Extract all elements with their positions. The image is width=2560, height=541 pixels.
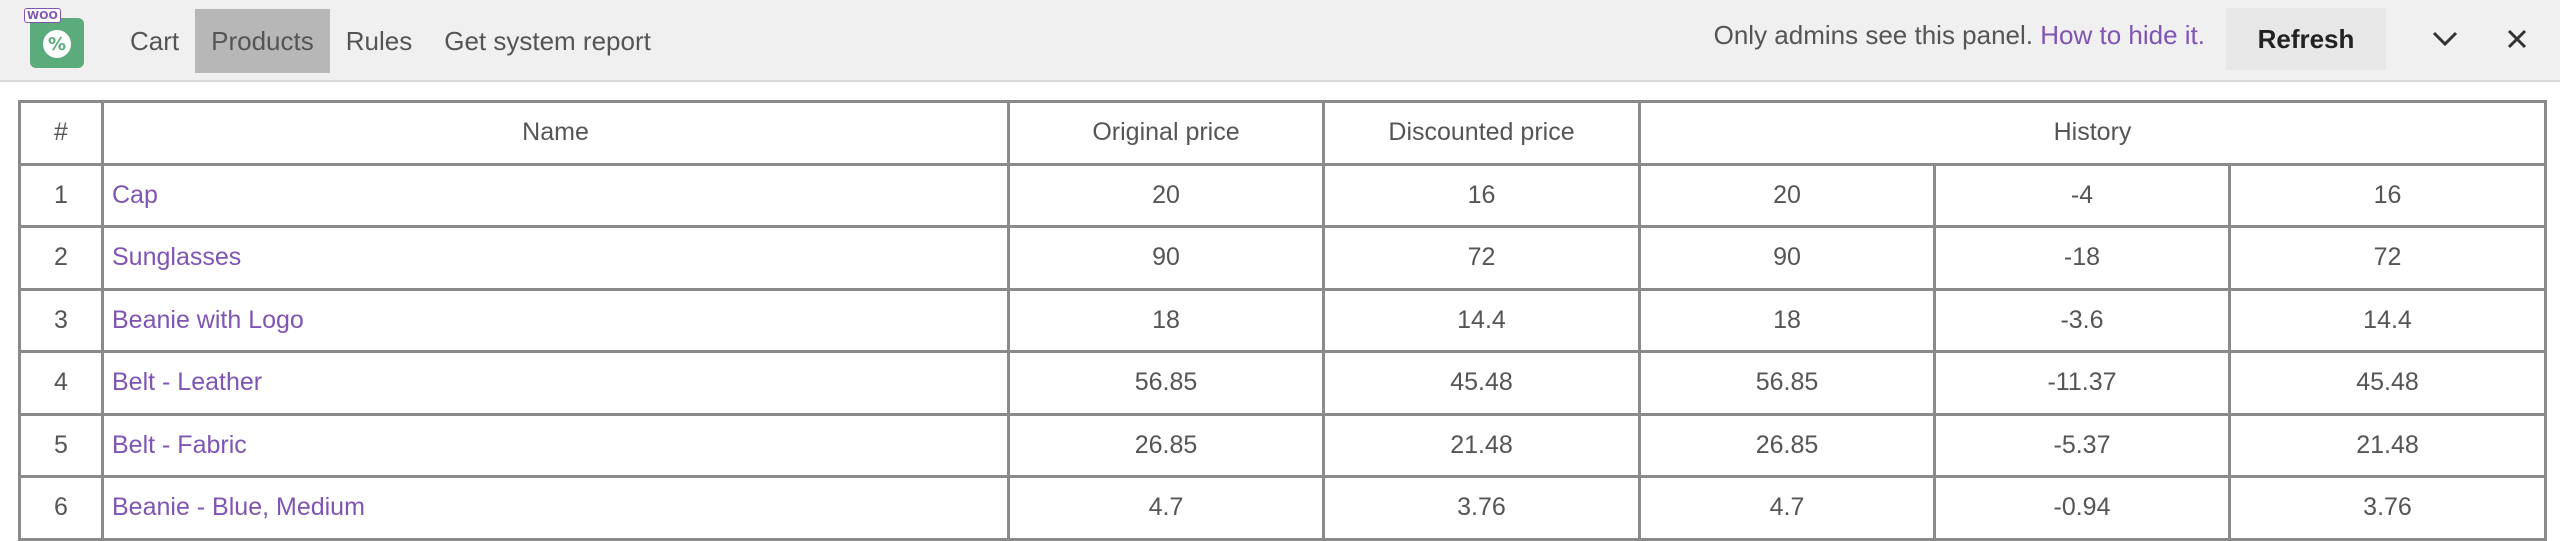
product-link[interactable]: Belt - Fabric [112, 431, 247, 459]
product-link[interactable]: Beanie with Logo [112, 306, 304, 334]
original-price: 4.7 [1007, 475, 1325, 541]
history-value: 16 [2227, 162, 2548, 228]
row-number: 4 [18, 350, 104, 416]
col-header-history: History [1637, 100, 2548, 166]
discounted-price: 14.4 [1322, 287, 1641, 353]
history-value: 20 [1638, 162, 1936, 228]
panel-tabs: Cart Products Rules Get system report [114, 9, 667, 73]
original-price: 20 [1007, 162, 1325, 228]
discounted-price: 16 [1322, 162, 1641, 228]
history-value: -5.37 [1933, 412, 2231, 478]
table-header-row: # Name Original price Discounted price H… [18, 100, 2548, 166]
table-row: 3 Beanie with Logo 18 14.4 18 -3.6 14.4 [18, 287, 2548, 353]
refresh-button[interactable]: Refresh [2226, 8, 2386, 70]
table-row: 6 Beanie - Blue, Medium 4.7 3.76 4.7 -0.… [18, 475, 2548, 541]
row-number: 3 [18, 287, 104, 353]
discounted-price: 3.76 [1322, 475, 1641, 541]
col-header-original-price: Original price [1007, 100, 1325, 166]
history-value: 18 [1638, 287, 1936, 353]
history-value: 90 [1638, 225, 1936, 291]
how-to-hide-link[interactable]: How to hide it. [2040, 20, 2205, 50]
product-link[interactable]: Sunglasses [112, 243, 241, 271]
history-value: 26.85 [1638, 412, 1936, 478]
row-number: 5 [18, 412, 104, 478]
row-number: 2 [18, 225, 104, 291]
discounted-price: 72 [1322, 225, 1641, 291]
row-number: 1 [18, 162, 104, 228]
table-row: 1 Cap 20 16 20 -4 16 [18, 162, 2548, 228]
table-row: 5 Belt - Fabric 26.85 21.48 26.85 -5.37 … [18, 412, 2548, 478]
tab-system-report[interactable]: Get system report [428, 9, 667, 73]
discounted-price: 21.48 [1322, 412, 1641, 478]
original-price: 18 [1007, 287, 1325, 353]
history-value: -11.37 [1933, 350, 2231, 416]
product-link[interactable]: Beanie - Blue, Medium [112, 493, 365, 521]
table-row: 4 Belt - Leather 56.85 45.48 56.85 -11.3… [18, 350, 2548, 416]
history-value: 3.76 [2227, 475, 2548, 541]
history-value: -0.94 [1933, 475, 2231, 541]
table-row: 2 Sunglasses 90 72 90 -18 72 [18, 225, 2548, 291]
tab-products[interactable]: Products [195, 9, 330, 73]
col-header-number: # [18, 100, 104, 166]
history-value: 45.48 [2227, 350, 2548, 416]
product-link[interactable]: Belt - Leather [112, 368, 262, 396]
col-header-discounted-price: Discounted price [1322, 100, 1641, 166]
history-value: 21.48 [2227, 412, 2548, 478]
history-value: -4 [1933, 162, 2231, 228]
plugin-logo-icon: % WOO [24, 8, 86, 68]
history-value: 72 [2227, 225, 2548, 291]
close-icon[interactable] [2500, 22, 2534, 56]
history-value: 4.7 [1638, 475, 1936, 541]
history-value: -3.6 [1933, 287, 2231, 353]
history-value: 14.4 [2227, 287, 2548, 353]
chevron-down-icon[interactable] [2428, 22, 2462, 56]
logo-badge: WOO [24, 8, 61, 23]
col-header-name: Name [101, 100, 1010, 166]
debug-panel-toolbar: % WOO Cart Products Rules Get system rep… [0, 0, 2560, 82]
history-value: 56.85 [1638, 350, 1936, 416]
tab-cart[interactable]: Cart [114, 9, 195, 73]
discounted-price: 45.48 [1322, 350, 1641, 416]
product-link[interactable]: Cap [112, 181, 158, 209]
original-price: 56.85 [1007, 350, 1325, 416]
history-value: -18 [1933, 225, 2231, 291]
products-table: # Name Original price Discounted price H… [18, 100, 2548, 541]
row-number: 6 [18, 475, 104, 541]
original-price: 26.85 [1007, 412, 1325, 478]
admin-note: Only admins see this panel. How to hide … [1713, 20, 2205, 50]
tab-rules[interactable]: Rules [330, 9, 428, 73]
original-price: 90 [1007, 225, 1325, 291]
